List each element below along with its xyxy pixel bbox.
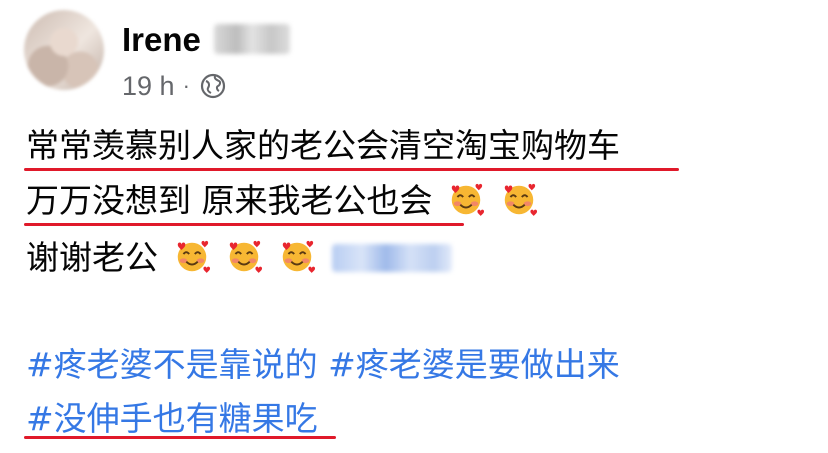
smiling-face-with-hearts-icon <box>504 183 537 217</box>
hashtag-line-1[interactable]: #疼老婆不是靠说的 #疼老婆是要做出来 <box>26 343 620 387</box>
post-text-line-3-text: 谢谢老公 <box>26 238 158 277</box>
meta-separator: · <box>182 73 190 98</box>
post-text-line-2-text: 万万没想到 原来我老公也会 <box>26 181 433 220</box>
post-text-line-2: 万万没想到 原来我老公也会 <box>26 179 538 223</box>
avatar[interactable] <box>24 10 104 90</box>
red-underline-2 <box>24 223 464 226</box>
smiling-face-with-hearts-icon <box>229 240 263 274</box>
post-time[interactable]: 19 h <box>122 71 175 102</box>
red-underline-3 <box>24 436 336 439</box>
blurred-mention-tag[interactable] <box>332 244 452 272</box>
post-text-line-1: 常常羡慕别人家的老公会清空淘宝购物车 <box>26 126 620 165</box>
hashtag-line-2[interactable]: #没伸手也有糖果吃 <box>26 397 318 441</box>
post-text-line-3: 谢谢老公 <box>26 236 452 280</box>
globe-icon[interactable] <box>200 73 226 99</box>
smiling-face-with-hearts-icon <box>177 240 210 274</box>
author-name[interactable]: Irene <box>122 18 201 62</box>
smiling-face-with-hearts-icon <box>451 183 485 217</box>
red-underline-1 <box>24 168 679 171</box>
post-meta: 19 h · <box>122 68 226 104</box>
author-surname-blurred <box>214 24 290 54</box>
smiling-face-with-hearts-icon <box>282 240 315 274</box>
